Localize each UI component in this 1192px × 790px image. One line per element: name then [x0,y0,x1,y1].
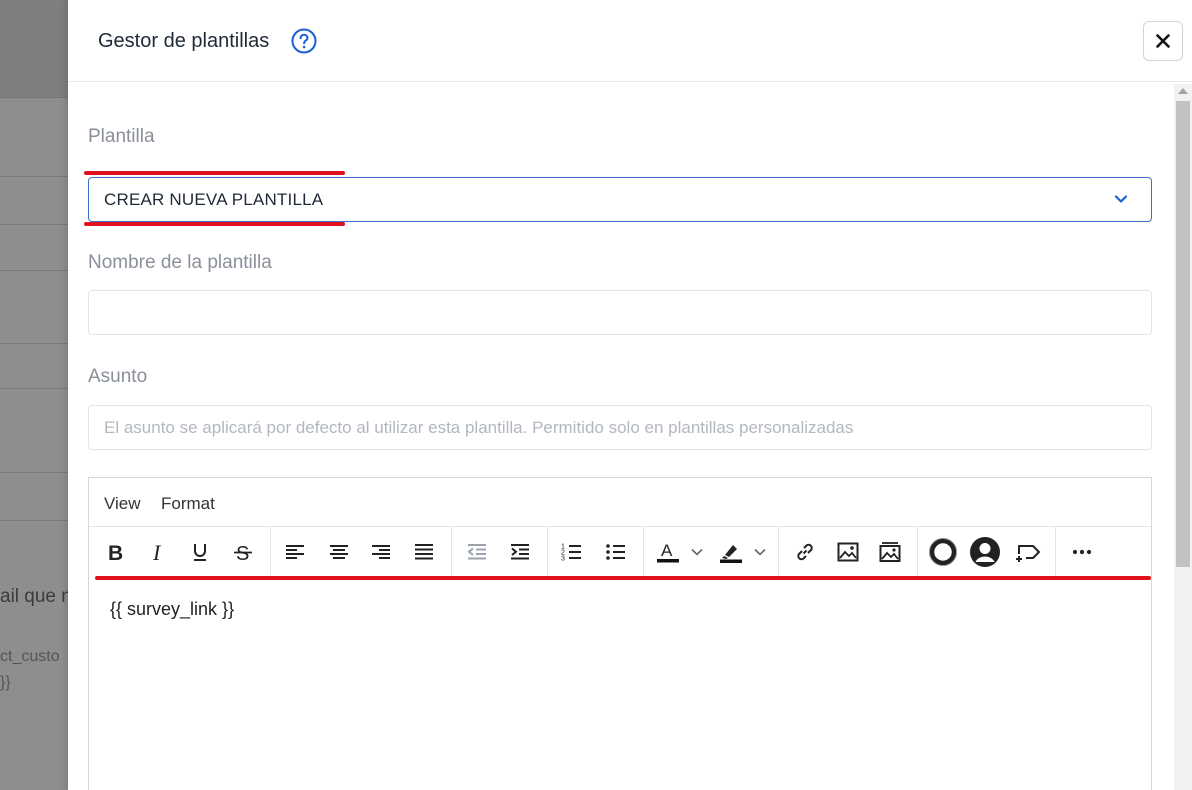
align-center-button[interactable] [323,536,355,568]
divider [0,224,68,225]
editor-menubar: View Format [89,478,1151,527]
modal-header: Gestor de plantillas [68,0,1192,82]
italic-button[interactable]: I [142,536,174,568]
template-name-input[interactable] [88,290,1152,335]
user-avatar-icon [970,537,1000,567]
image-icon [837,542,859,562]
background-text: ail que n [0,586,68,607]
template-select[interactable]: CREAR NUEVA PLANTILLA [88,177,1152,222]
toolbar-separator [1055,527,1056,577]
gallery-icon [879,542,901,562]
text-color-icon: A [657,541,679,563]
numbered-list-button[interactable]: 123 [556,536,588,568]
subject-label: Asunto [88,366,148,387]
highlight-color-button[interactable] [715,536,747,568]
gallery-button[interactable] [874,536,906,568]
ring-button[interactable] [927,536,959,568]
align-center-icon [330,545,348,559]
link-button[interactable] [789,536,821,568]
editor-content[interactable]: {{ survey_link }} [110,599,234,620]
divider [0,472,68,473]
scrollbar-thumb[interactable] [1176,101,1190,567]
bold-icon: B [108,542,123,564]
background-text: ct_custo [0,648,60,665]
background-header [0,0,68,98]
image-button[interactable] [832,536,864,568]
more-horizontal-icon [1072,549,1092,555]
align-right-icon [372,545,390,559]
underline-icon [194,544,206,561]
svg-text:S: S [236,543,249,564]
divider [0,176,68,177]
chevron-down-icon [691,548,703,556]
rich-text-editor: View Format B I S 1 2 3 A {{survey_link… [88,477,1152,790]
indent-button[interactable] [504,536,536,568]
bold-button[interactable]: B [99,536,131,568]
toolbar-separator [547,527,548,577]
align-left-button[interactable] [279,536,311,568]
strikethrough-button[interactable]: S [227,536,259,568]
bullet-list-button[interactable] [600,536,632,568]
ring-icon [929,538,957,566]
toolbar-separator [451,527,452,577]
italic-icon: I [152,540,162,564]
close-button[interactable] [1143,21,1183,61]
text-color-dropdown[interactable] [685,536,709,568]
divider [0,343,68,344]
link-icon [797,543,813,561]
question-circle-icon[interactable] [291,28,317,54]
editor-toolbar: B I S 1 2 3 A [89,527,1151,577]
background-page: ail que n ct_custo }} [0,0,68,790]
modal-title: Gestor de plantillas [98,30,270,52]
insert-variable-icon [1016,545,1040,562]
toolbar-separator [643,527,644,577]
chevron-down-icon [1114,195,1128,203]
align-left-icon [286,545,304,559]
user-avatar-button[interactable] [969,536,1001,568]
indent-icon [511,544,529,560]
divider [0,520,68,521]
align-justify-button[interactable] [408,536,440,568]
menu-format[interactable]: Format [161,494,215,514]
divider [0,388,68,389]
subject-input[interactable] [88,405,1152,450]
toolbar-separator [778,527,779,577]
scroll-up-arrow[interactable] [1178,88,1188,94]
insert-variable-button[interactable] [1012,536,1044,568]
highlighter-icon [720,545,742,563]
highlight-underline [95,576,1151,580]
numbered-list-icon: 123 [561,544,581,563]
align-right-button[interactable] [365,536,397,568]
menu-view[interactable]: View [104,494,141,514]
svg-text:B: B [108,542,123,564]
svg-text:A: A [661,541,673,560]
underline-button[interactable] [184,536,216,568]
divider [0,270,68,271]
align-justify-icon [415,544,433,560]
outdent-button[interactable] [461,536,493,568]
highlight-color-dropdown[interactable] [748,536,772,568]
bullet-list-icon [606,544,625,560]
svg-text:3: 3 [561,556,565,563]
chevron-down-icon [754,548,766,556]
toolbar-separator [917,527,918,577]
background-text: }} [0,674,11,691]
template-select-value: CREAR NUEVA PLANTILLA [104,190,324,209]
template-label: Plantilla [88,126,155,147]
toolbar-separator [270,527,271,577]
highlight-underline [84,171,345,175]
template-manager-modal: Gestor de plantillas Plantilla CREAR NUE… [68,0,1192,790]
highlight-underline [84,222,345,226]
more-button[interactable] [1066,536,1098,568]
text-color-button[interactable]: A [652,536,684,568]
template-name-label: Nombre de la plantilla [88,252,272,273]
close-icon [1156,34,1170,48]
svg-text:I: I [152,540,162,564]
outdent-icon [467,544,486,560]
strikethrough-icon: S [234,543,252,564]
